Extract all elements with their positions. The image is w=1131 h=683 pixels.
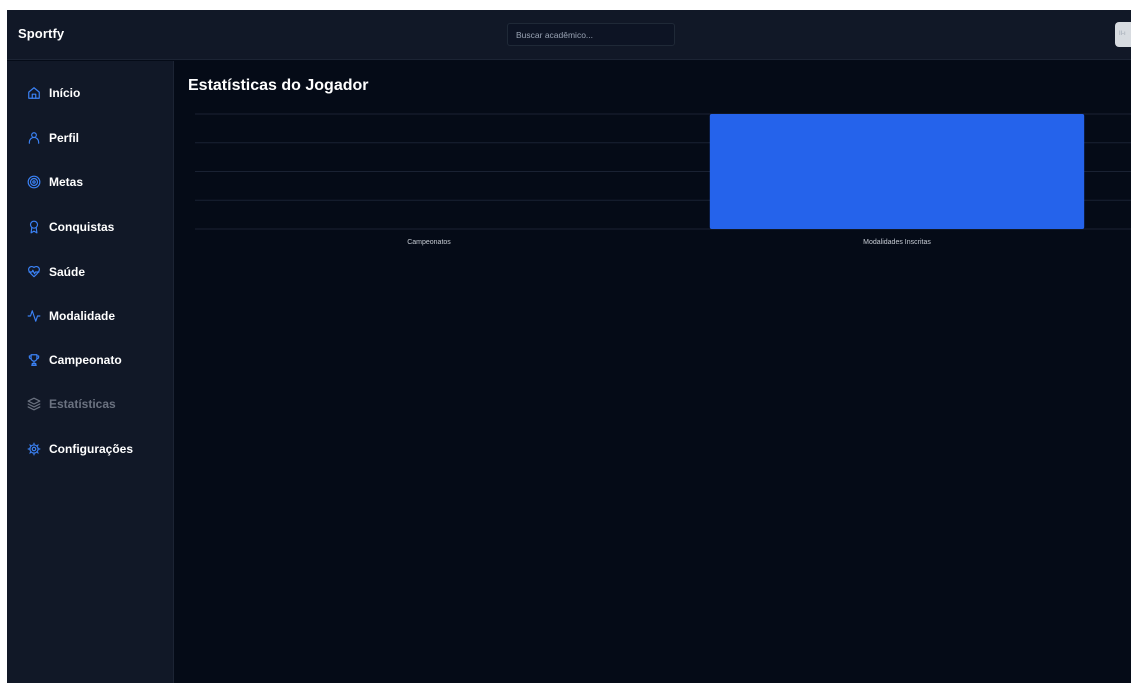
search-box[interactable] <box>507 23 675 46</box>
app-window: Sportfy Il-ı Início Perfil <box>7 10 1131 683</box>
sidebar-item-label: Modalidade <box>49 309 116 323</box>
layers-icon <box>26 397 41 412</box>
settings-icon <box>26 442 41 457</box>
chart-x-tick-label: Modalidades Inscritas <box>863 239 931 246</box>
heart-pulse-icon <box>26 265 41 280</box>
main-content: Estatísticas do Jogador Campeonatos Modal… <box>175 61 1131 683</box>
sidebar-item-label: Saúde <box>49 265 86 279</box>
top-bar: Sportfy Il-ı <box>7 10 1131 60</box>
sidebar-item-inicio[interactable]: Início <box>7 78 173 108</box>
player-stats-chart: Campeonatos Modalidades Inscritas <box>175 61 1131 261</box>
brand-logo[interactable]: Sportfy <box>18 26 64 41</box>
corner-button[interactable]: Il-ı <box>1115 22 1131 47</box>
sidebar-item-estatisticas[interactable]: Estatísticas <box>7 389 173 419</box>
sidebar-item-label: Configurações <box>49 442 134 456</box>
sidebar-item-campeonato[interactable]: Campeonato <box>7 345 173 375</box>
target-icon <box>26 175 41 190</box>
chart-x-tick-label: Campeonatos <box>407 239 451 246</box>
award-icon <box>26 220 41 235</box>
activity-icon <box>26 309 41 324</box>
sidebar-item-saude[interactable]: Saúde <box>7 257 173 287</box>
sidebar-item-label: Estatísticas <box>49 397 116 411</box>
trophy-icon <box>26 353 41 368</box>
sidebar-item-metas[interactable]: Metas <box>7 167 173 197</box>
sidebar: Início Perfil Metas Conquistas Saúde Mod… <box>7 61 174 683</box>
sidebar-item-label: Conquistas <box>49 220 115 234</box>
sidebar-item-modalidade[interactable]: Modalidade <box>7 301 173 331</box>
sidebar-item-label: Campeonato <box>49 353 122 367</box>
sidebar-item-perfil[interactable]: Perfil <box>7 123 173 153</box>
search-input[interactable] <box>508 24 674 45</box>
user-icon <box>26 131 41 146</box>
sidebar-item-configuracoes[interactable]: Configurações <box>7 434 173 464</box>
sidebar-item-label: Início <box>49 86 81 100</box>
chart-bar[interactable] <box>709 114 1085 229</box>
sidebar-item-label: Metas <box>49 175 84 189</box>
home-icon <box>26 86 41 101</box>
chart-canvas <box>195 113 1131 230</box>
sidebar-item-conquistas[interactable]: Conquistas <box>7 212 173 242</box>
sidebar-item-label: Perfil <box>49 131 80 145</box>
